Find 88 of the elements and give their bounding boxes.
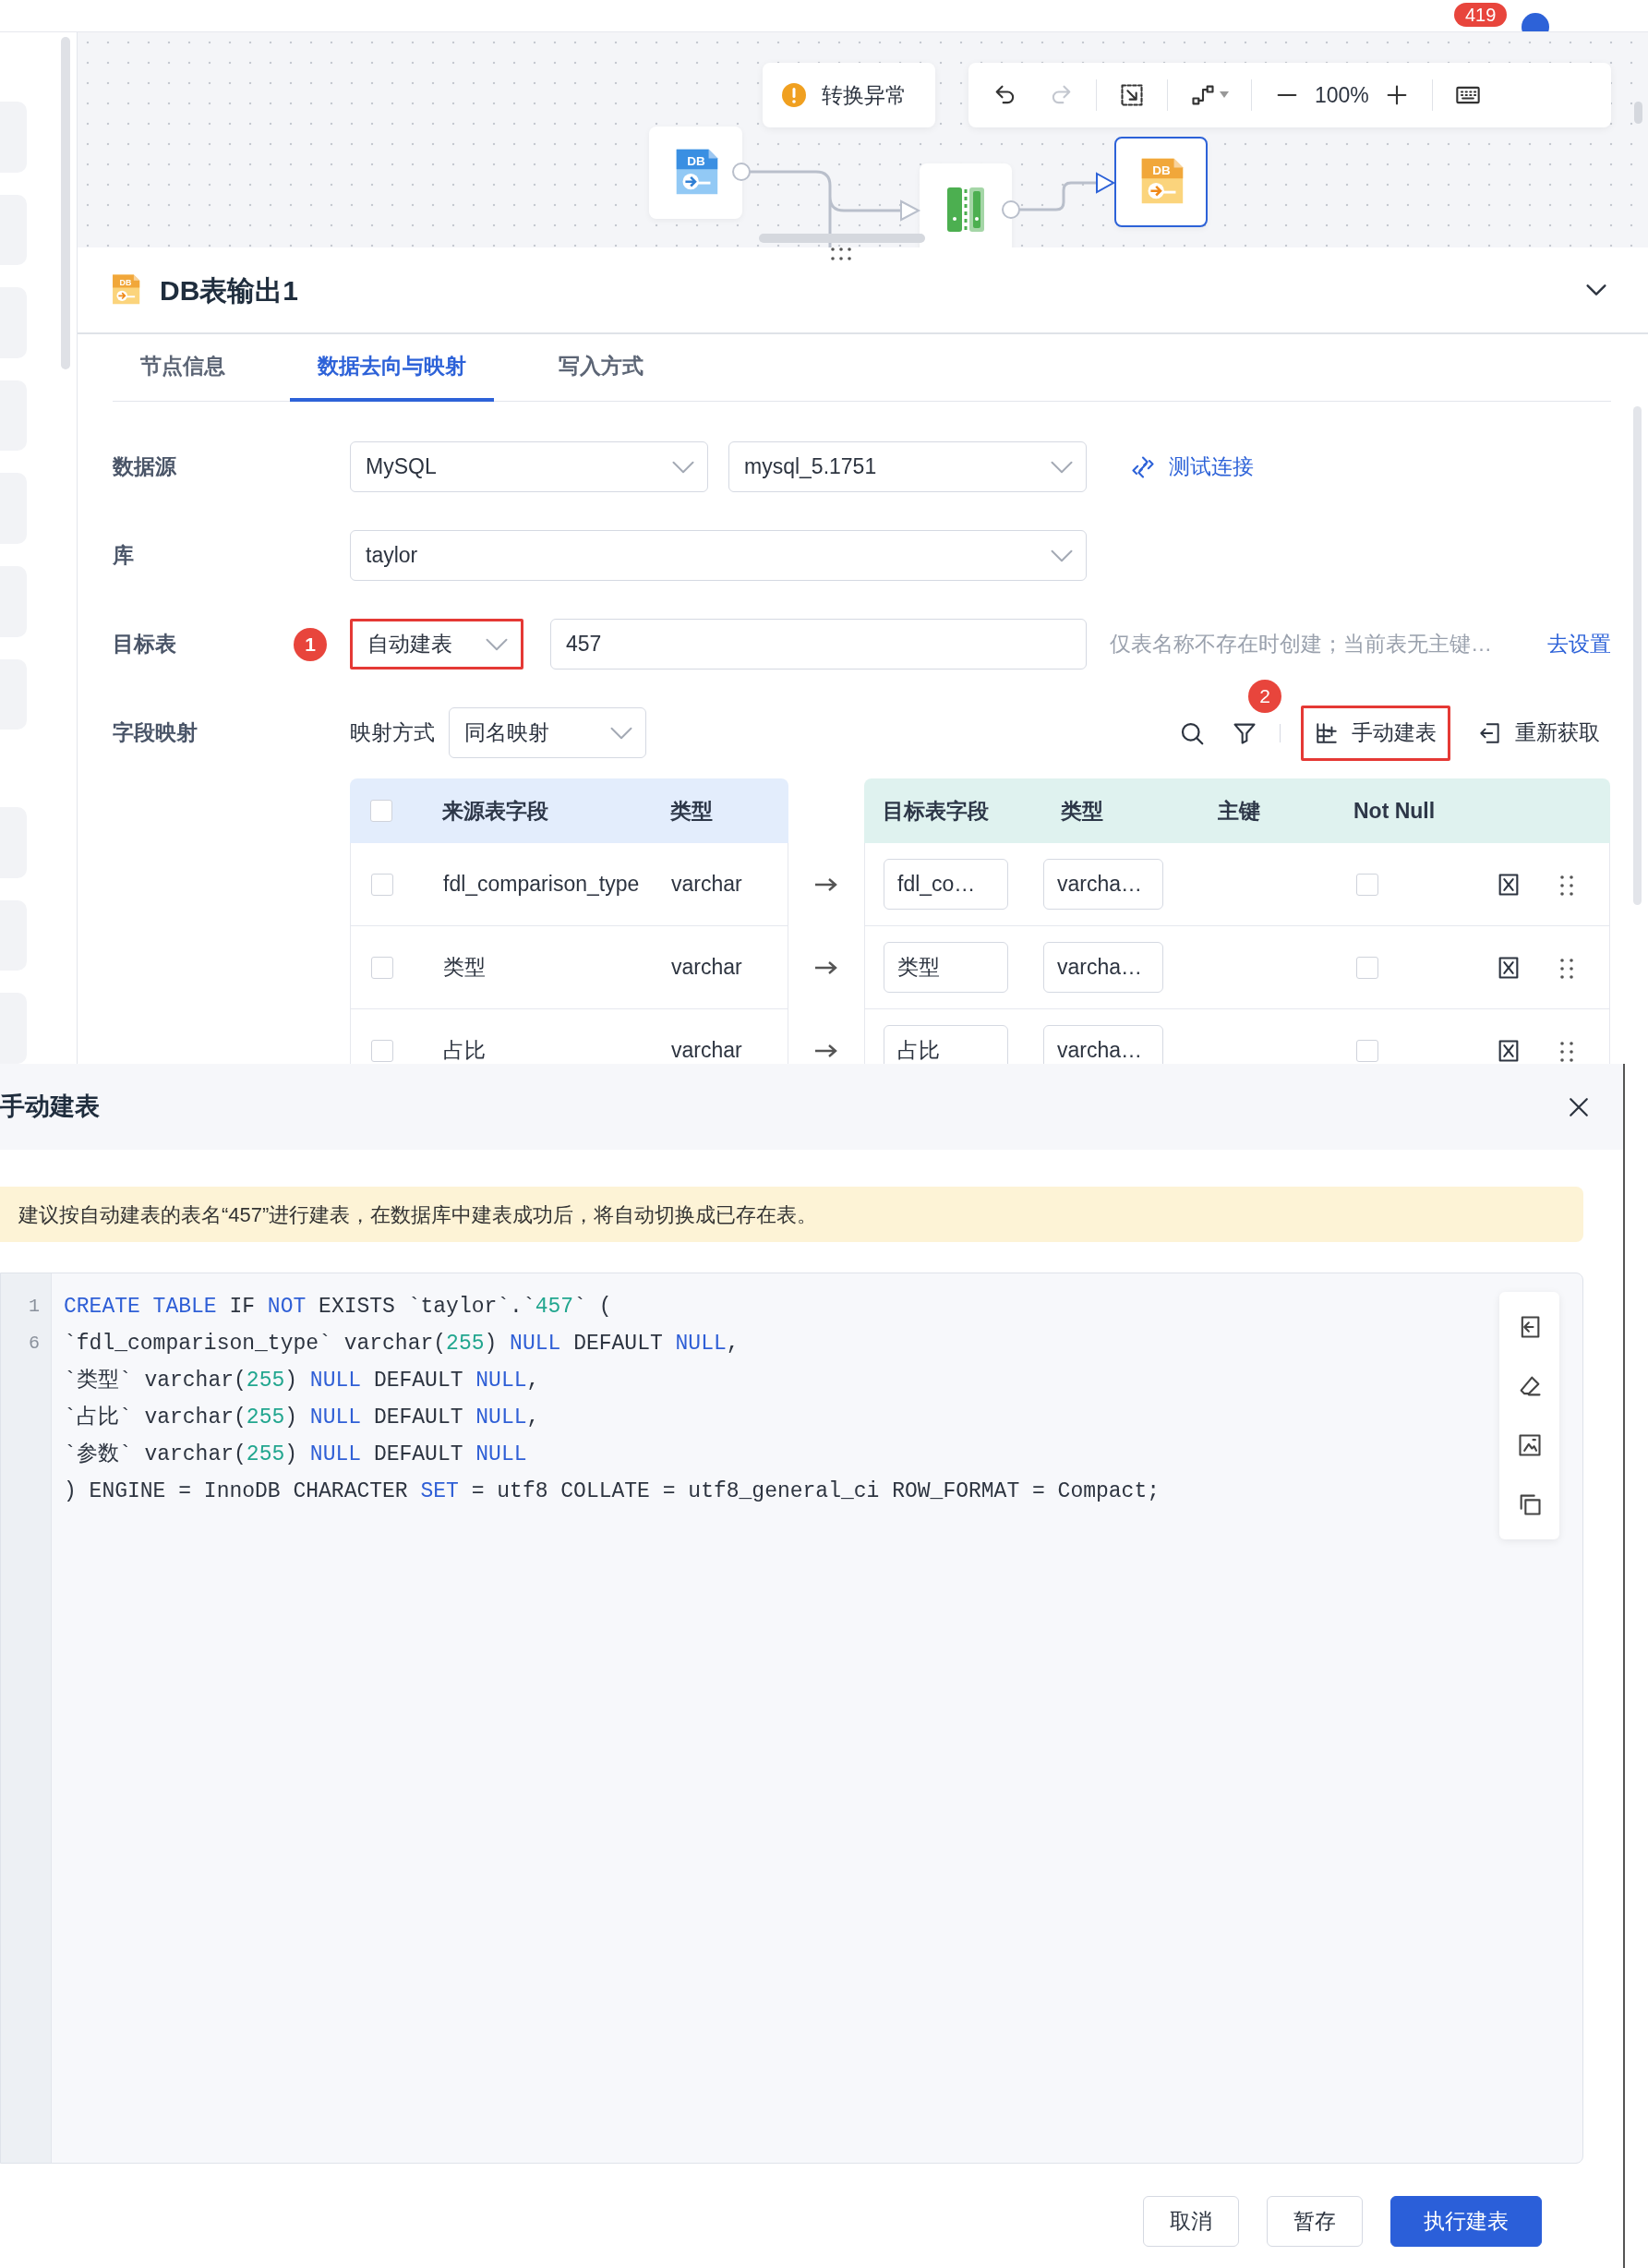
chevron-down-icon: [672, 460, 694, 474]
drag-handle-icon[interactable]: [1558, 1040, 1575, 1064]
mapping-select[interactable]: 同名映射: [449, 707, 646, 758]
type-input[interactable]: varcha…: [1043, 859, 1163, 910]
database-select[interactable]: taylor: [350, 530, 1087, 581]
drag-handle-icon[interactable]: [1558, 957, 1575, 982]
port-handle[interactable]: [1002, 200, 1020, 219]
checkbox[interactable]: [1356, 873, 1378, 896]
column-header: 目标表字段: [882, 797, 990, 825]
format-icon[interactable]: [1516, 1432, 1543, 1458]
notification-badge: 419: [1454, 3, 1508, 27]
field-label: 字段映射: [113, 719, 198, 747]
column-header: 类型: [670, 797, 714, 825]
step-marker: 1: [294, 627, 327, 661]
column-header: 来源表字段: [441, 797, 549, 825]
table-cell-text: varchar: [671, 1037, 743, 1064]
table-icon: [1315, 720, 1339, 745]
tab[interactable]: 数据去向与映射: [290, 334, 494, 402]
tab[interactable]: 写入方式: [531, 334, 671, 402]
toolbar-button[interactable]: 手动建表: [1301, 705, 1450, 761]
chevron-down-icon: [610, 726, 632, 740]
chevron-down-icon: [1051, 549, 1073, 562]
field-label: 映射方式: [350, 719, 435, 747]
connection-select[interactable]: mysql_5.1751: [728, 441, 1087, 492]
field-input[interactable]: fdl_co…: [884, 859, 1008, 910]
scrollbar[interactable]: [1633, 406, 1642, 905]
refresh-icon: [1478, 720, 1502, 745]
dialog-button[interactable]: 取消: [1143, 2196, 1239, 2247]
field-input[interactable]: 类型: [884, 942, 1008, 993]
settings-link[interactable]: 去设置: [1547, 628, 1611, 660]
code-line: CREATE TABLE IF NOT EXISTS `taylor`.`457` (: [64, 1294, 613, 1321]
table-cell-text: fdl_comparison_type: [442, 871, 641, 899]
datasource-select[interactable]: MySQL: [350, 441, 708, 492]
fit-view-icon[interactable]: [1119, 82, 1145, 108]
table-name-input[interactable]: 457: [550, 619, 1087, 670]
code-line: `类型` varchar(255) NULL DEFAULT NULL,: [64, 1368, 541, 1394]
arrow-icon: [814, 877, 838, 892]
table-cell-text: 类型: [442, 954, 487, 982]
scrollbar[interactable]: [61, 37, 70, 369]
warning-icon: [781, 82, 807, 108]
toolbar-button[interactable]: 重新获取: [1467, 705, 1611, 761]
zoom-level: 100%: [1315, 81, 1369, 109]
checkbox[interactable]: [1356, 956, 1378, 979]
column-header: 类型: [1060, 797, 1104, 825]
code-line: `参数` varchar(255) NULL DEFAULT NULL: [64, 1442, 528, 1468]
flow-node[interactable]: [920, 163, 1012, 247]
type-input[interactable]: varcha…: [1043, 942, 1163, 993]
dialog-title: 手动建表: [0, 1092, 100, 1123]
column-header: Not Null: [1353, 797, 1437, 825]
checkbox[interactable]: [371, 956, 393, 979]
checkbox[interactable]: [371, 873, 393, 896]
drag-handle-icon[interactable]: [1558, 874, 1575, 899]
hint-text: 仅表名称不存在时创建；当前表无主键…: [1110, 631, 1492, 658]
field-label: 库: [113, 542, 134, 570]
checkbox[interactable]: [371, 1039, 393, 1062]
arrow-icon: [814, 960, 838, 975]
port-handle[interactable]: [732, 163, 751, 181]
notice-text: 建议按自动建表的表名“457”进行建表，在数据库中建表成功后，将自动切换成已存在表。: [0, 1187, 1583, 1242]
alert-card[interactable]: 转换异常: [763, 63, 935, 127]
resize-handle-icon[interactable]: [829, 247, 853, 262]
code-line: ) ENGINE = InnoDB CHARACTER SET = utf8 COLLATE = utf8_general_ci ROW_FORMAT = Compact;: [64, 1478, 1160, 1505]
column-header: 主键: [1217, 797, 1261, 825]
step-marker: 2: [1248, 679, 1281, 713]
tab[interactable]: 节点信息: [113, 334, 253, 402]
field-label: 数据源: [113, 453, 176, 481]
scrollbar[interactable]: [1634, 102, 1642, 124]
caret-icon[interactable]: [1220, 91, 1229, 99]
arrow-icon: [814, 1044, 838, 1058]
table-cell-text: 占比: [442, 1037, 487, 1064]
line-number: 6: [28, 1332, 40, 1356]
chevron-down-icon: [1051, 460, 1073, 474]
table-cell-text: varchar: [671, 954, 743, 982]
table-cell-text: varchar: [671, 871, 743, 899]
field-label: 目标表: [113, 631, 176, 658]
checkbox[interactable]: [370, 800, 392, 822]
code-line: `fdl_comparison_type` varchar(255) NULL DEFAULT NULL,: [64, 1331, 740, 1357]
test-connection-link[interactable]: 测试连接: [1130, 451, 1254, 483]
alert-text: 转换异常: [822, 81, 907, 109]
table-mode-select[interactable]: 自动建表: [350, 619, 523, 670]
line-number: 1: [28, 1295, 40, 1319]
dialog-button[interactable]: 暂存: [1267, 2196, 1363, 2247]
checkbox[interactable]: [1356, 1039, 1378, 1062]
code-line: `占比` varchar(255) NULL DEFAULT NULL,: [64, 1405, 541, 1431]
scrollbar[interactable]: [759, 234, 925, 243]
chevron-down-icon[interactable]: [1586, 284, 1606, 296]
chevron-down-icon: [486, 637, 508, 651]
panel-title: DB表输出1: [160, 273, 299, 308]
execute-button[interactable]: 执行建表: [1390, 2196, 1542, 2247]
